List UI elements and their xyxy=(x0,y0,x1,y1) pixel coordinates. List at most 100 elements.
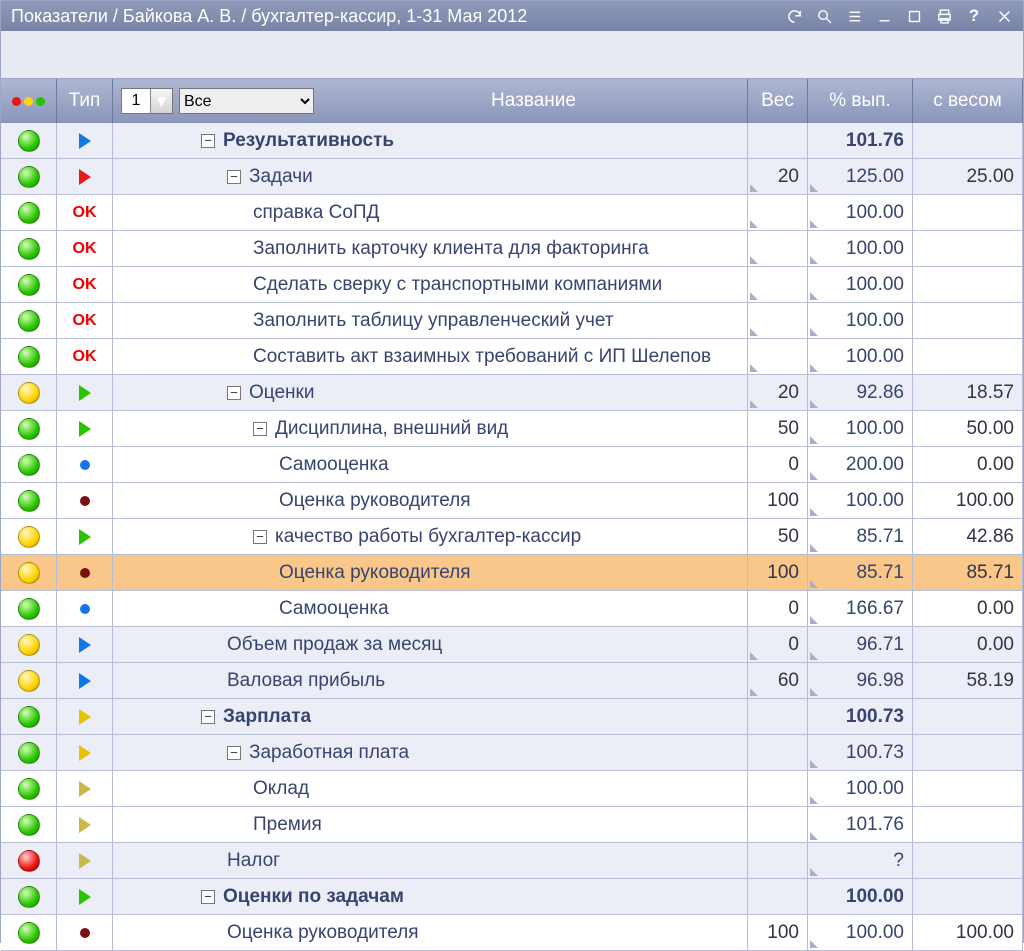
cell-weighted: 100.00 xyxy=(913,483,1023,518)
header-weight[interactable]: Вес xyxy=(748,79,808,123)
table-row[interactable]: Оценка руководителя100100.00100.00 xyxy=(1,915,1023,951)
cell-pct: 125.00 xyxy=(808,159,913,194)
cell-weight xyxy=(748,843,808,878)
level-input[interactable] xyxy=(122,89,150,113)
tree-toggle[interactable]: − xyxy=(227,746,241,760)
row-name: Заполнить таблицу управленческий учет xyxy=(253,310,614,332)
cell-type xyxy=(57,123,113,158)
ok-badge: OK xyxy=(73,312,97,330)
cell-type xyxy=(57,735,113,770)
cell-weight xyxy=(748,807,808,842)
cell-weighted xyxy=(913,123,1023,158)
print-icon[interactable] xyxy=(935,6,953,26)
row-weight: 50 xyxy=(778,526,799,548)
table-row[interactable]: Объем продаж за месяц096.710.00 xyxy=(1,627,1023,663)
header-pct[interactable]: % вып. xyxy=(808,79,913,123)
table-row[interactable]: Премия101.76 xyxy=(1,807,1023,843)
row-name: Самооценка xyxy=(279,454,389,476)
row-pct: 96.71 xyxy=(856,634,904,656)
help-icon[interactable]: ? xyxy=(965,6,983,26)
table-row[interactable]: −Зарплата100.73 xyxy=(1,699,1023,735)
tree-toggle[interactable]: − xyxy=(253,530,267,544)
table-row[interactable]: OKСоставить акт взаимных требований с ИП… xyxy=(1,339,1023,375)
table-row[interactable]: OKСделать сверку с транспортными компани… xyxy=(1,267,1023,303)
triangle-yellow-icon xyxy=(79,745,91,761)
row-pct: 92.86 xyxy=(856,382,904,404)
triangle-green-icon xyxy=(79,421,91,437)
table-row[interactable]: Валовая прибыль6096.9858.19 xyxy=(1,663,1023,699)
table-row[interactable]: Самооценка0200.000.00 xyxy=(1,447,1023,483)
cell-weighted: 42.86 xyxy=(913,519,1023,554)
table-row[interactable]: −качество работы бухгалтер-кассир5085.71… xyxy=(1,519,1023,555)
tree-toggle[interactable]: − xyxy=(201,710,215,724)
cell-weighted xyxy=(913,771,1023,806)
header-weighted[interactable]: с весом xyxy=(913,79,1023,123)
row-weighted: 0.00 xyxy=(977,598,1014,620)
table-row[interactable]: Самооценка0166.670.00 xyxy=(1,591,1023,627)
tree-toggle[interactable]: − xyxy=(253,422,267,436)
close-icon[interactable] xyxy=(995,6,1013,26)
tree-toggle[interactable]: − xyxy=(227,386,241,400)
row-weighted: 100.00 xyxy=(956,490,1014,512)
row-weighted: 18.57 xyxy=(966,382,1014,404)
cell-pct: 100.00 xyxy=(808,411,913,446)
refresh-icon[interactable] xyxy=(785,6,803,26)
table-row[interactable]: OKсправка СоПД100.00 xyxy=(1,195,1023,231)
row-pct: 100.00 xyxy=(846,778,904,800)
triangle-blue-icon xyxy=(79,673,91,689)
cell-name: Заполнить таблицу управленческий учет xyxy=(113,303,748,338)
list-icon[interactable] xyxy=(845,6,863,26)
cell-name: Сделать сверку с транспортными компаниям… xyxy=(113,267,748,302)
table-row[interactable]: OK Заполнить таблицу управленческий учет 1… xyxy=(1,303,1023,339)
table-row[interactable]: −Заработная плата100.73 xyxy=(1,735,1023,771)
minimize-icon[interactable] xyxy=(875,6,893,26)
cell-type xyxy=(57,807,113,842)
table-row[interactable]: Оклад100.00 xyxy=(1,771,1023,807)
cell-pct: 96.98 xyxy=(808,663,913,698)
table-row[interactable]: Оценка руководителя100100.00100.00 xyxy=(1,483,1023,519)
chevron-down-icon[interactable]: ▾ xyxy=(150,89,172,113)
header-type-label: Тип xyxy=(69,90,101,112)
cell-weighted: 58.19 xyxy=(913,663,1023,698)
table-row[interactable]: OKЗаполнить карточку клиента для фактори… xyxy=(1,231,1023,267)
table-row[interactable]: −Результативность101.76 xyxy=(1,123,1023,159)
cell-weighted xyxy=(913,303,1023,338)
dot-darkred-icon xyxy=(80,496,90,506)
cell-name: −Зарплата xyxy=(113,699,748,734)
tree-toggle[interactable]: − xyxy=(201,890,215,904)
row-name: Оценка руководителя xyxy=(227,922,419,944)
cell-status xyxy=(1,843,57,878)
cell-status xyxy=(1,339,57,374)
search-icon[interactable] xyxy=(815,6,833,26)
tree-toggle[interactable]: − xyxy=(227,170,241,184)
row-pct: 100.00 xyxy=(846,238,904,260)
table-row[interactable]: Налог? xyxy=(1,843,1023,879)
cell-name: Объем продаж за месяц xyxy=(113,627,748,662)
tree-toggle[interactable]: − xyxy=(201,134,215,148)
cell-type xyxy=(57,699,113,734)
row-pct: 100.00 xyxy=(846,922,904,944)
cell-weighted: 100.00 xyxy=(913,915,1023,950)
maximize-icon[interactable] xyxy=(905,6,923,26)
cell-status xyxy=(1,447,57,482)
cell-weight xyxy=(748,879,808,914)
table-row[interactable]: −Дисциплина, внешний вид50100.0050.00 xyxy=(1,411,1023,447)
triangle-blue-icon xyxy=(79,637,91,653)
cell-name: −Оценки по задачам xyxy=(113,879,748,914)
level-spinner[interactable]: ▾ xyxy=(121,88,173,114)
table-row[interactable]: −Оценки2092.8618.57 xyxy=(1,375,1023,411)
cell-type xyxy=(57,447,113,482)
header-status[interactable] xyxy=(1,79,57,123)
table-row[interactable]: −Оценки по задачам100.00 xyxy=(1,879,1023,915)
cell-weight xyxy=(748,303,808,338)
cell-pct: 100.00 xyxy=(808,195,913,230)
table-row[interactable]: −Задачи20125.0025.00 xyxy=(1,159,1023,195)
table-row[interactable]: Оценка руководителя10085.7185.71 xyxy=(1,555,1023,591)
row-name: Премия xyxy=(253,814,322,836)
cell-status xyxy=(1,627,57,662)
cell-pct: 100.00 xyxy=(808,303,913,338)
filter-select[interactable]: Все xyxy=(179,88,314,114)
header-type[interactable]: Тип xyxy=(57,79,113,123)
cell-weight xyxy=(748,699,808,734)
cell-name: Заполнить карточку клиента для факторинг… xyxy=(113,231,748,266)
